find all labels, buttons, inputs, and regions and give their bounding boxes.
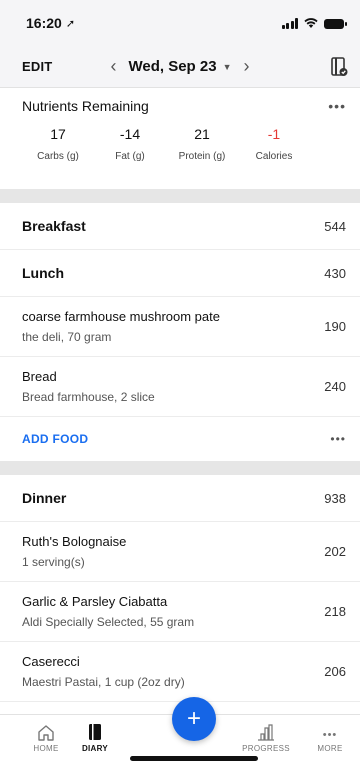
macro-value: 17: [50, 126, 66, 142]
food-entry[interactable]: Garlic & Parsley Ciabatta Aldi Specially…: [0, 582, 360, 642]
food-title: coarse farmhouse mushroom pate: [22, 309, 220, 324]
macro-protein: 21 Protein (g): [166, 126, 238, 162]
food-title: Garlic & Parsley Ciabatta: [22, 594, 168, 609]
signal-icon: [281, 17, 298, 29]
diary-navbar: EDIT ‹ Wed, Sep 23 ▼ ›: [0, 46, 360, 87]
lunch-add-food-row: ADD FOOD •••: [0, 417, 360, 461]
food-entry[interactable]: coarse farmhouse mushroom pate the deli,…: [0, 297, 360, 357]
tab-more[interactable]: ••• MORE: [300, 723, 360, 753]
tab-label: MORE: [317, 744, 343, 753]
macro-summary: 17 Carbs (g) -14 Fat (g) 21 Protein (g) …: [0, 126, 360, 162]
macro-label: Carbs (g): [37, 151, 79, 162]
add-entry-button[interactable]: +: [172, 697, 216, 741]
macro-calories: -1 Calories: [238, 126, 310, 162]
food-calories: 190: [324, 319, 346, 334]
tab-diary[interactable]: DIARY: [65, 723, 125, 753]
tab-label: DIARY: [81, 744, 109, 753]
status-icons: [281, 17, 347, 29]
nutrients-remaining-card[interactable]: Nutrients Remaining ••• 17 Carbs (g) -14…: [0, 87, 360, 189]
meal-header-breakfast[interactable]: Breakfast 544: [0, 203, 360, 250]
status-bar: 16:20 ➚: [0, 0, 360, 46]
caret-down-icon: ▼: [222, 61, 232, 72]
meal-calories: 544: [324, 218, 346, 234]
meal-name: Breakfast: [22, 218, 86, 234]
food-calories: 202: [324, 544, 346, 559]
calendar-settings-icon[interactable]: [330, 56, 348, 77]
date-selector[interactable]: Wed, Sep 23 ▼: [128, 58, 231, 75]
meal-name: Dinner: [22, 490, 67, 506]
date-label: Wed, Sep 23: [128, 58, 217, 75]
next-day-chevron-icon[interactable]: ›: [244, 56, 250, 77]
tab-progress[interactable]: PROGRESS: [236, 723, 296, 753]
food-detail: 1 serving(s): [22, 555, 85, 569]
macro-label: Fat (g): [115, 151, 145, 162]
food-calories: 218: [324, 604, 346, 619]
macro-label: Calories: [255, 151, 293, 162]
food-detail: Aldi Specially Selected, 55 gram: [22, 615, 195, 629]
meal-calories: 430: [324, 265, 346, 281]
edit-button[interactable]: EDIT: [22, 59, 52, 74]
food-title: Caserecci: [22, 654, 80, 669]
food-entry[interactable]: Ruth's Bolognaise 1 serving(s) 202: [0, 522, 360, 582]
meal-header-lunch[interactable]: Lunch 430: [0, 250, 360, 297]
nutrients-more-icon[interactable]: •••: [328, 98, 346, 114]
nutrients-title: Nutrients Remaining: [22, 98, 149, 114]
section-divider: [0, 189, 360, 203]
macro-fat: -14 Fat (g): [94, 126, 166, 162]
section-divider: [0, 461, 360, 475]
add-food-button[interactable]: ADD FOOD: [22, 432, 88, 446]
location-arrow-icon: ➚: [65, 17, 76, 30]
header: 16:20 ➚ EDIT ‹ Wed, Sep 23 ▼ ›: [0, 0, 360, 87]
food-detail: the deli, 70 gram: [22, 330, 112, 344]
wifi-icon: [304, 17, 318, 28]
battery-icon: [324, 18, 347, 29]
meal-header-dinner[interactable]: Dinner 938: [0, 475, 360, 522]
food-detail: Maestri Pastai, 1 cup (2oz dry): [22, 675, 185, 689]
macro-label: Protein (g): [178, 151, 226, 162]
macro-value: 21: [194, 126, 210, 142]
progress-chart-icon: [236, 723, 296, 741]
food-title: Ruth's Bolognaise: [22, 534, 127, 549]
food-entry[interactable]: Caserecci Maestri Pastai, 1 cup (2oz dry…: [0, 642, 360, 702]
food-entry[interactable]: Bread Bread farmhouse, 2 slice 240: [0, 357, 360, 417]
macro-value: -14: [119, 126, 141, 142]
home-indicator: [130, 756, 258, 761]
lunch-more-icon[interactable]: •••: [330, 432, 346, 446]
food-detail: Bread farmhouse, 2 slice: [22, 390, 155, 404]
food-calories: 240: [324, 379, 346, 394]
diary-book-icon: [65, 723, 125, 741]
previous-day-chevron-icon[interactable]: ‹: [110, 56, 116, 77]
tab-label: PROGRESS: [242, 744, 290, 753]
meal-calories: 938: [324, 490, 346, 506]
macro-carbs: 17 Carbs (g): [22, 126, 94, 162]
meal-name: Lunch: [22, 265, 64, 281]
more-dots-icon: •••: [322, 729, 338, 741]
date-navigator: ‹ Wed, Sep 23 ▼ ›: [0, 56, 360, 77]
food-calories: 206: [324, 664, 346, 679]
status-time: 16:20: [26, 15, 62, 31]
macro-value: -1: [267, 126, 281, 142]
food-title: Bread: [22, 369, 57, 384]
